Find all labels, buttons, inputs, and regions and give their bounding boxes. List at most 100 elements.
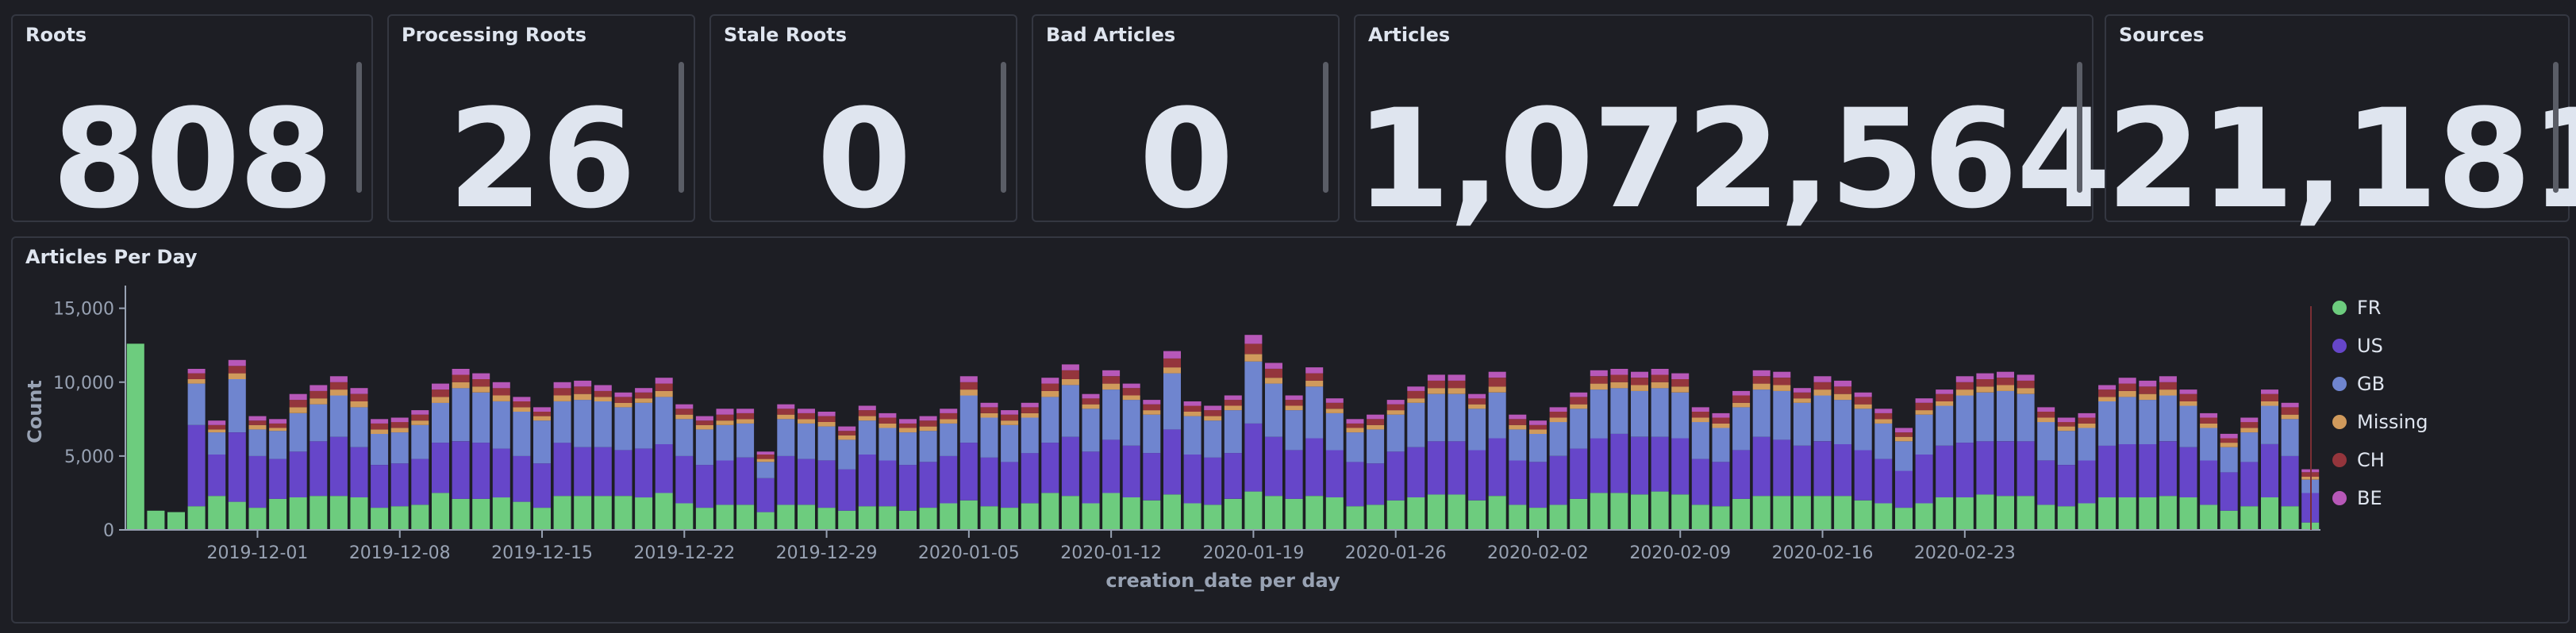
bar-segment-gb[interactable] bbox=[594, 401, 612, 447]
bar-segment-be[interactable] bbox=[553, 382, 571, 389]
bar-segment-gb[interactable] bbox=[2037, 422, 2055, 461]
bar-segment-gb[interactable] bbox=[1631, 390, 1648, 437]
bar-segment-missing[interactable] bbox=[350, 401, 368, 408]
bar-segment-fr[interactable] bbox=[2281, 506, 2299, 530]
bar-segment-ch[interactable] bbox=[2057, 422, 2075, 427]
bar-segment-fr[interactable] bbox=[310, 496, 328, 530]
bar-segment-us[interactable] bbox=[2139, 444, 2157, 497]
bar-segment-fr[interactable] bbox=[371, 508, 389, 530]
bar-segment-be[interactable] bbox=[858, 405, 876, 411]
bar-segment-be[interactable] bbox=[1854, 392, 1872, 397]
bar-segment-be[interactable] bbox=[1305, 367, 1324, 374]
bar-segment-ch[interactable] bbox=[594, 390, 612, 397]
bar-segment-missing[interactable] bbox=[1590, 383, 1608, 390]
bar-segment-ch[interactable] bbox=[2118, 383, 2136, 391]
bar-segment-gb[interactable] bbox=[1468, 409, 1486, 451]
bar-segment-missing[interactable] bbox=[817, 422, 836, 427]
bar-segment-gb[interactable] bbox=[432, 402, 449, 443]
bar-segment-be[interactable] bbox=[1691, 407, 1709, 412]
bar-segment-fr[interactable] bbox=[1427, 494, 1445, 530]
bar-segment-be[interactable] bbox=[2098, 385, 2117, 390]
bar-segment-fr[interactable] bbox=[614, 496, 632, 530]
bar-segment-fr[interactable] bbox=[1061, 496, 1079, 530]
bar-segment-missing[interactable] bbox=[2057, 426, 2075, 432]
bar-segment-fr[interactable] bbox=[1895, 508, 1913, 530]
bar-segment-ch[interactable] bbox=[1793, 392, 1811, 399]
bar-segment-us[interactable] bbox=[2240, 462, 2259, 507]
bar-segment-missing[interactable] bbox=[1570, 404, 1588, 409]
bar-segment-fr[interactable] bbox=[1936, 497, 1954, 530]
bar-segment-ch[interactable] bbox=[1468, 398, 1486, 405]
bar-segment-ch[interactable] bbox=[2139, 386, 2157, 394]
bar-segment-us[interactable] bbox=[1752, 436, 1771, 497]
bar-segment-be[interactable] bbox=[1895, 428, 1913, 433]
bar-segment-gb[interactable] bbox=[472, 392, 490, 443]
bar-segment-fr[interactable] bbox=[675, 503, 694, 531]
bar-segment-be[interactable] bbox=[1325, 398, 1344, 403]
bar-segment-missing[interactable] bbox=[1895, 436, 1913, 442]
bar-segment-fr[interactable] bbox=[1712, 506, 1730, 530]
bar-segment-fr[interactable] bbox=[1549, 504, 1567, 530]
bar-segment-gb[interactable] bbox=[1224, 410, 1242, 454]
bar-segment-us[interactable] bbox=[452, 441, 470, 499]
bar-segment-missing[interactable] bbox=[919, 426, 937, 432]
bar-segment-gb[interactable] bbox=[553, 401, 571, 443]
bar-segment-missing[interactable] bbox=[1001, 420, 1019, 425]
bar-segment-fr[interactable] bbox=[2057, 506, 2075, 530]
bar-segment-gb[interactable] bbox=[2281, 419, 2299, 456]
bar-segment-be[interactable] bbox=[1549, 407, 1567, 412]
bar-segment-gb[interactable] bbox=[513, 412, 531, 456]
bar-segment-ch[interactable] bbox=[472, 379, 490, 387]
bar-segment-missing[interactable] bbox=[1651, 382, 1669, 389]
bar-segment-be[interactable] bbox=[269, 419, 287, 424]
bar-segment-fr[interactable] bbox=[432, 493, 449, 530]
bar-segment-missing[interactable] bbox=[614, 402, 632, 408]
bar-segment-ch[interactable] bbox=[2179, 393, 2197, 401]
bar-segment-ch[interactable] bbox=[1448, 380, 1466, 389]
bar-segment-ch[interactable] bbox=[492, 388, 510, 396]
legend-label-fr[interactable]: FR bbox=[2357, 297, 2381, 319]
bar-segment-ch[interactable] bbox=[1712, 417, 1730, 424]
bar-segment-fr[interactable] bbox=[798, 504, 815, 530]
bar-segment-fr[interactable] bbox=[1488, 496, 1506, 530]
legend-label-us[interactable]: US bbox=[2357, 335, 2383, 357]
bar-segment-be[interactable] bbox=[1367, 414, 1385, 420]
bar-segment-us[interactable] bbox=[492, 448, 510, 498]
bar-segment-fr[interactable] bbox=[1325, 497, 1344, 530]
bar-segment-missing[interactable] bbox=[329, 389, 348, 396]
bar-segment-ch[interactable] bbox=[411, 414, 429, 421]
bar-segment-ch[interactable] bbox=[1427, 380, 1445, 389]
bar-segment-be[interactable] bbox=[736, 409, 755, 413]
bar-segment-fr[interactable] bbox=[1732, 498, 1751, 530]
bar-segment-us[interactable] bbox=[959, 443, 978, 501]
bar-segment-us[interactable] bbox=[248, 455, 267, 508]
bar-segment-missing[interactable] bbox=[1041, 390, 1059, 397]
bar-segment-fr[interactable] bbox=[1834, 496, 1852, 530]
bar-segment-gb[interactable] bbox=[289, 412, 307, 452]
bar-segment-us[interactable] bbox=[1671, 438, 1690, 495]
bar-segment-missing[interactable] bbox=[1509, 424, 1527, 430]
bar-segment-gb[interactable] bbox=[1325, 412, 1344, 451]
bar-segment-fr[interactable] bbox=[1407, 497, 1425, 530]
bar-segment-fr[interactable] bbox=[2179, 497, 2197, 530]
bar-segment-us[interactable] bbox=[1854, 450, 1872, 501]
bar-segment-be[interactable] bbox=[432, 383, 449, 390]
bar-segment-fr[interactable] bbox=[1244, 491, 1263, 530]
bar-segment-missing[interactable] bbox=[1834, 393, 1852, 401]
bar-segment-ch[interactable] bbox=[228, 366, 246, 374]
bar-segment-missing[interactable] bbox=[1325, 409, 1344, 413]
bar-segment-missing[interactable] bbox=[1691, 417, 1709, 423]
bar-segment-fr[interactable] bbox=[1529, 508, 1547, 530]
bar-segment-ch[interactable] bbox=[2261, 393, 2278, 401]
bar-segment-missing[interactable] bbox=[228, 373, 246, 379]
bar-segment-us[interactable] bbox=[1386, 451, 1405, 501]
bar-segment-missing[interactable] bbox=[2179, 401, 2197, 406]
bar-segment-be[interactable] bbox=[940, 409, 958, 413]
metric-panel-articles[interactable]: Articles 1,072,564 bbox=[1354, 14, 2111, 228]
bar-segment-be[interactable] bbox=[1001, 410, 1019, 415]
bar-segment-be[interactable] bbox=[1224, 395, 1242, 401]
bar-segment-fr[interactable] bbox=[269, 498, 287, 530]
bar-segment-be[interactable] bbox=[2200, 412, 2218, 418]
bar-segment-fr[interactable] bbox=[472, 498, 490, 530]
bar-segment-gb[interactable] bbox=[1122, 400, 1140, 446]
